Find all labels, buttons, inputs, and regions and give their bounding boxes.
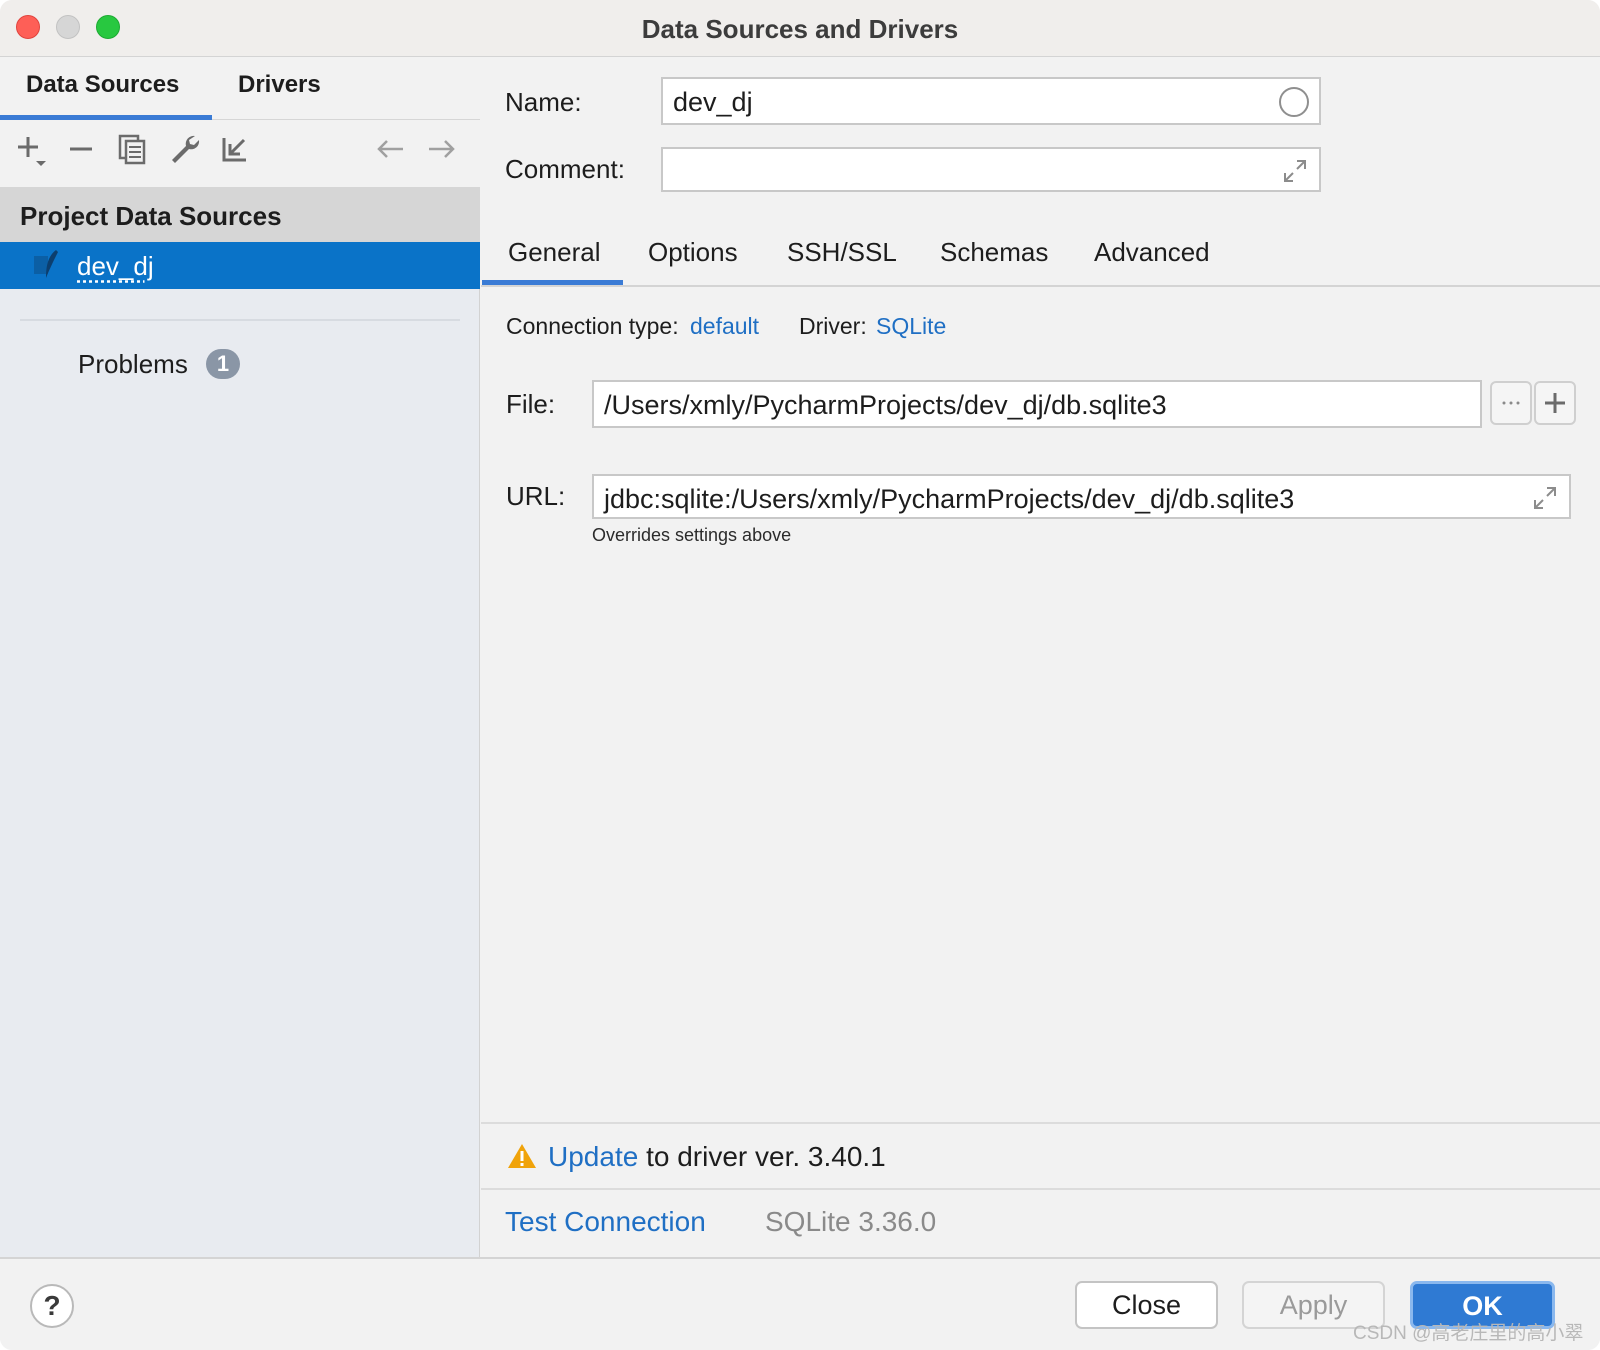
tab-data-sources[interactable]: Data Sources (26, 71, 179, 99)
settings-tabs: General Options SSH/SSL Schemas Advanced (481, 223, 1600, 287)
driver-label: Driver: (799, 313, 867, 339)
driver-link[interactable]: SQLite (876, 313, 946, 340)
watermark: CSDN @高老庄里的高小翠 (1353, 1323, 1584, 1344)
create-file-button[interactable] (1534, 381, 1576, 425)
data-source-label: dev_dj (77, 251, 154, 281)
connection-type-label: Connection type: (506, 313, 679, 339)
plus-icon (1545, 393, 1565, 413)
remove-icon[interactable] (64, 132, 98, 166)
tab-advanced[interactable]: Advanced (1094, 237, 1210, 268)
file-path-value: /Users/xmly/PycharmProjects/dev_dj/db.sq… (604, 390, 1167, 420)
close-button[interactable]: Close (1075, 1281, 1218, 1329)
expand-icon[interactable] (1531, 484, 1559, 512)
tab-drivers[interactable]: Drivers (238, 71, 321, 99)
sqlite-feather-icon (34, 250, 58, 278)
color-circle-icon[interactable] (1279, 87, 1309, 117)
wrench-icon[interactable] (168, 132, 202, 166)
window-title: Data Sources and Drivers (641, 14, 959, 44)
url-label: URL: (506, 481, 566, 511)
title-bar: Data Sources and Drivers (0, 0, 1600, 57)
update-text: to driver ver. 3.40.1 (638, 1141, 886, 1172)
help-button[interactable]: ? (30, 1284, 74, 1328)
back-arrow-icon[interactable] (373, 132, 407, 166)
update-message: Update to driver ver. 3.40.1 (548, 1141, 886, 1173)
problems-item[interactable]: Problems (78, 349, 188, 380)
comment-label: Comment: (505, 154, 625, 184)
left-panel: Data Sources Drivers Project Data Source… (0, 57, 480, 1257)
add-icon[interactable] (14, 132, 48, 166)
warning-icon (508, 1144, 536, 1168)
driver-update-bar: Update to driver ver. 3.40.1 (481, 1122, 1600, 1190)
tab-options[interactable]: Options (648, 237, 738, 268)
driver-version-text: SQLite 3.36.0 (765, 1206, 937, 1237)
expand-icon[interactable] (1281, 157, 1309, 185)
url-hint: Overrides settings above (592, 525, 792, 545)
ellipsis-icon (1502, 401, 1520, 405)
file-path-field[interactable]: /Users/xmly/PycharmProjects/dev_dj/db.sq… (592, 380, 1482, 428)
active-tab-indicator (482, 280, 623, 285)
name-field[interactable]: dev_dj (661, 77, 1321, 125)
update-link[interactable]: Update (548, 1141, 638, 1172)
tab-general[interactable]: General (508, 237, 601, 268)
problems-count-badge: 1 (206, 349, 240, 379)
import-icon[interactable] (218, 132, 252, 166)
file-label: File: (506, 389, 556, 419)
connection-type-link[interactable]: default (690, 313, 759, 340)
url-field[interactable]: jdbc:sqlite:/Users/xmly/PycharmProjects/… (592, 474, 1571, 519)
duplicate-icon[interactable] (116, 132, 150, 166)
left-tabs: Data Sources Drivers (0, 57, 480, 120)
name-label: Name: (505, 87, 582, 117)
browse-button[interactable] (1490, 381, 1532, 425)
section-title: Project Data Sources (20, 201, 282, 231)
dialog-window: Data Sources and Drivers Data Sources Dr… (0, 0, 1600, 1350)
forward-arrow-icon[interactable] (425, 132, 459, 166)
tab-schemas[interactable]: Schemas (940, 237, 1048, 268)
data-source-item-dev-dj[interactable]: dev_dj (0, 242, 480, 289)
comment-field[interactable] (661, 147, 1321, 192)
url-value: jdbc:sqlite:/Users/xmly/PycharmProjects/… (604, 484, 1295, 514)
project-data-sources-header: Project Data Sources (0, 187, 480, 242)
name-value: dev_dj (673, 87, 753, 117)
test-connection-link[interactable]: Test Connection (505, 1206, 706, 1238)
left-divider (20, 319, 460, 321)
right-panel: Name: dev_dj Comment: General Options SS… (481, 57, 1600, 1257)
tab-ssh-ssl[interactable]: SSH/SSL (787, 237, 897, 268)
dialog-footer: ? Close Apply OK CSDN @高老庄里的高小翠 (0, 1257, 1600, 1350)
